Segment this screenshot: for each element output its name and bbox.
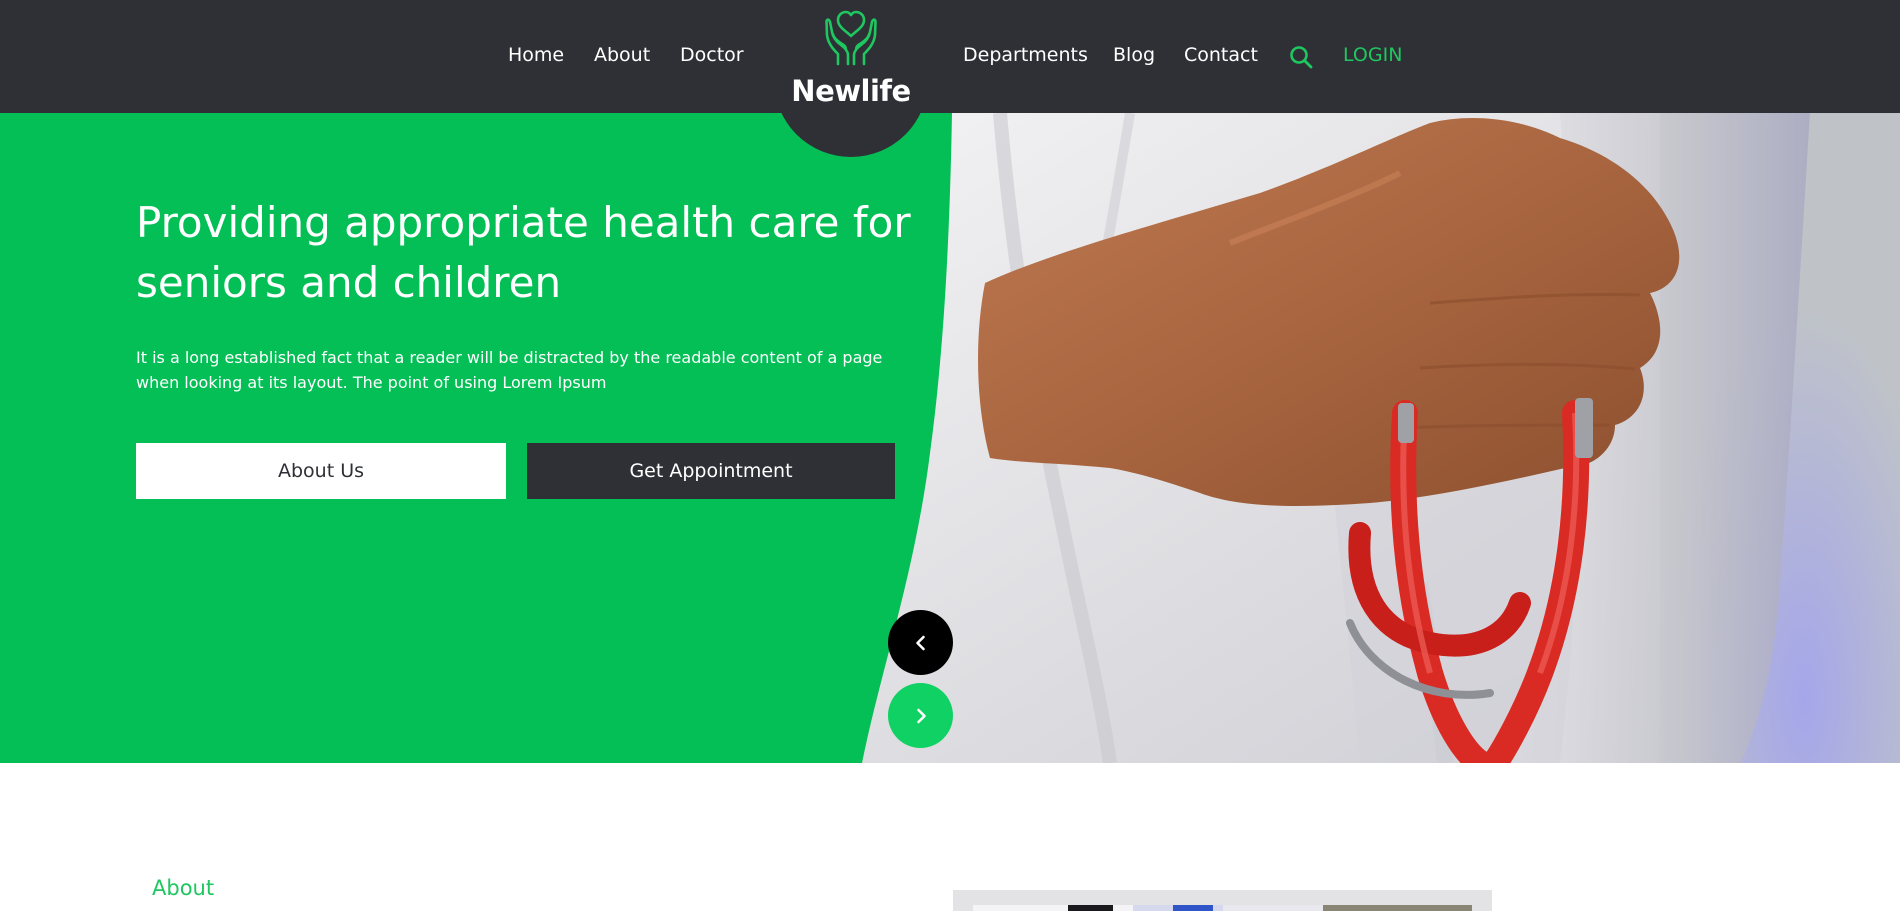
get-appointment-button[interactable]: Get Appointment: [527, 443, 895, 499]
hero-title: Providing appropriate health care for se…: [136, 198, 911, 307]
chevron-right-icon: [916, 708, 926, 723]
nav-about[interactable]: About: [594, 44, 650, 66]
about-section-label: About: [152, 876, 215, 900]
site-header: Home About Doctor Departments Blog Conta…: [0, 0, 1900, 113]
login-link[interactable]: LOGIN: [1343, 44, 1402, 66]
chevron-left-icon: [915, 635, 925, 650]
slider-next-button[interactable]: [888, 683, 953, 748]
nav-contact[interactable]: Contact: [1184, 44, 1258, 66]
nav-blog[interactable]: Blog: [1113, 44, 1155, 66]
heart-hands-icon: [824, 10, 878, 66]
brand-name: Newlife: [791, 74, 911, 108]
brand-logo[interactable]: Newlife: [774, 0, 928, 157]
about-us-button[interactable]: About Us: [136, 443, 506, 499]
slider-prev-button[interactable]: [888, 610, 953, 675]
nav-departments[interactable]: Departments: [963, 44, 1088, 66]
about-image: [953, 890, 1492, 911]
hero-section: Providing appropriate health care for se…: [0, 113, 1900, 763]
nav-doctor[interactable]: Doctor: [680, 44, 744, 66]
nav-home[interactable]: Home: [508, 44, 564, 66]
search-icon[interactable]: [1288, 44, 1314, 70]
hero-description: It is a long established fact that a rea…: [136, 348, 883, 392]
